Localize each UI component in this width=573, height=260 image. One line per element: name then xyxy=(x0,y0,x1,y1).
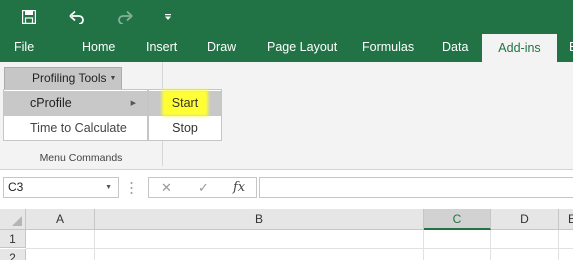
name-box-value: C3 xyxy=(8,180,24,194)
chevron-down-icon[interactable]: ▼ xyxy=(105,178,112,197)
submenu-item-stop[interactable]: Stop xyxy=(149,116,221,141)
tab-add-ins[interactable]: Add-ins xyxy=(482,34,557,62)
chevron-right-icon: ▶ xyxy=(130,100,136,107)
column-header-c[interactable]: C xyxy=(424,209,491,230)
name-box[interactable]: C3 ▼ xyxy=(3,177,119,198)
quick-access-toolbar xyxy=(0,0,573,33)
menu-item-time-to-calculate[interactable]: Time to Calculate xyxy=(4,116,147,141)
gridline xyxy=(558,230,559,260)
profiling-tools-label: Profiling Tools xyxy=(32,71,107,85)
column-header-d[interactable]: D xyxy=(491,209,559,230)
menu-item-cprofile[interactable]: cProfile ▶ xyxy=(4,91,147,116)
formula-bar: C3 ▼ ✕ ✓ fx xyxy=(0,172,573,202)
chevron-down-icon: ▼ xyxy=(109,75,117,82)
gridline xyxy=(26,248,573,249)
tab-draw[interactable]: Draw xyxy=(207,33,236,62)
gridline xyxy=(94,230,95,260)
formula-buttons: ✕ ✓ fx xyxy=(148,177,257,198)
column-header-b[interactable]: B xyxy=(95,209,424,230)
insert-function-icon[interactable]: fx xyxy=(233,178,245,197)
undo-icon[interactable] xyxy=(62,0,92,33)
spreadsheet-grid: A B C D E 1 2 xyxy=(0,209,573,260)
tab-formulas[interactable]: Formulas xyxy=(362,33,414,62)
profiling-tools-menu: cProfile ▶ Time to Calculate xyxy=(3,89,148,141)
menu-item-label: cProfile xyxy=(30,96,72,110)
cprofile-submenu: Start Stop xyxy=(148,89,222,141)
tab-page-layout[interactable]: Page Layout xyxy=(267,33,337,62)
tab-insert[interactable]: Insert xyxy=(146,33,177,62)
tab-home[interactable]: Home xyxy=(82,33,115,62)
column-header-e[interactable]: E xyxy=(559,209,573,230)
enter-icon[interactable]: ✓ xyxy=(198,178,209,197)
submenu-item-label: Start xyxy=(165,94,205,112)
profiling-tools-dropdown[interactable]: Profiling Tools ▼ xyxy=(4,67,122,90)
column-header-a[interactable]: A xyxy=(26,209,95,230)
row-header-2[interactable]: 2 xyxy=(0,249,26,260)
select-all-corner[interactable] xyxy=(0,209,26,230)
save-icon[interactable] xyxy=(14,0,44,33)
gridline xyxy=(423,230,424,260)
gridline xyxy=(490,230,491,260)
submenu-item-start[interactable]: Start xyxy=(149,91,221,116)
formula-input[interactable] xyxy=(259,177,573,198)
menu-item-label: Time to Calculate xyxy=(30,121,127,135)
group-label-menu-commands: Menu Commands xyxy=(39,152,123,164)
ribbon-tabs: File Home Insert Draw Page Layout Formul… xyxy=(0,33,573,62)
tab-data[interactable]: Data xyxy=(442,33,468,62)
tab-file[interactable]: File xyxy=(14,33,54,62)
resize-handle-icon[interactable] xyxy=(130,181,133,195)
tab-overflow[interactable]: E xyxy=(569,33,573,62)
submenu-item-label: Stop xyxy=(172,121,198,135)
redo-icon[interactable] xyxy=(110,0,140,33)
row-header-1[interactable]: 1 xyxy=(0,230,26,248)
cancel-icon[interactable]: ✕ xyxy=(161,178,172,197)
customize-qat-icon[interactable] xyxy=(158,0,178,33)
